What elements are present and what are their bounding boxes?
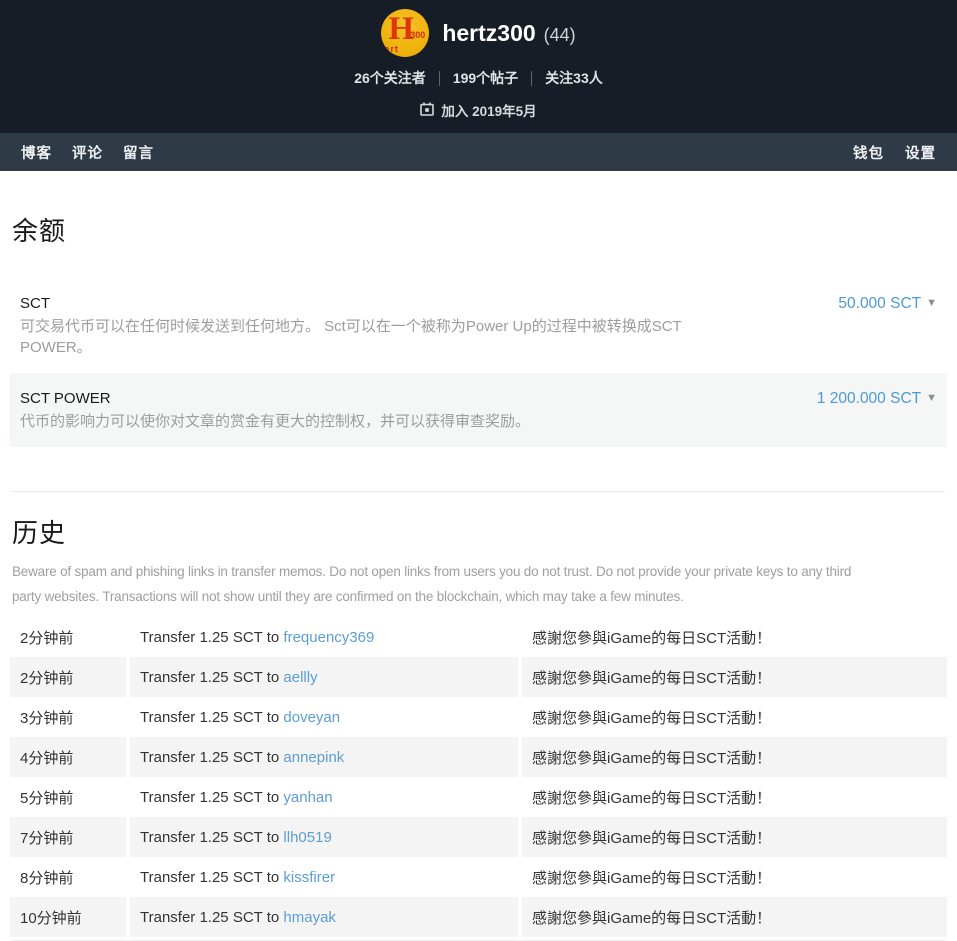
recipient-link[interactable]: doveyan xyxy=(283,709,340,726)
transaction-row: 2分钟前 Transfer 1.25 SCT to frequency369 感… xyxy=(10,617,947,657)
stat-divider xyxy=(438,70,440,86)
transfer-action-text: Transfer 1.25 SCT to xyxy=(140,668,284,686)
username: hertz300 xyxy=(442,19,536,46)
sct-power-amount-value[interactable]: 1 200.000 SCT xyxy=(817,390,921,407)
recipient-link[interactable]: hmayak xyxy=(283,909,336,926)
transaction-row: 8分钟前 Transfer 1.25 SCT to kissfirer 感謝您參… xyxy=(10,857,947,897)
recipient-link[interactable]: kissfirer xyxy=(283,869,335,886)
phishing-warning-text: Beware of spam and phishing links in tra… xyxy=(12,564,852,604)
nav-item-settings[interactable]: 设置 xyxy=(905,142,936,163)
transaction-detail: Transfer 1.25 SCT to yanhan xyxy=(126,777,520,817)
sct-amount-value[interactable]: 50.000 SCT xyxy=(838,295,921,312)
transaction-memo: 感謝您參與iGame的每日SCT活動！ xyxy=(518,777,947,817)
transaction-history-table: 2分钟前 Transfer 1.25 SCT to frequency369 感… xyxy=(10,617,947,937)
transfer-action-text: Transfer 1.25 SCT to xyxy=(140,708,284,726)
following-count[interactable]: 关注33人 xyxy=(545,68,603,88)
transaction-memo: 感謝您參與iGame的每日SCT活動！ xyxy=(518,697,947,737)
profile-header: H 300 ert hertz300 (44) 26个关注者 199个帖子 关注… xyxy=(0,0,957,133)
nav-item-wallet[interactable]: 钱包 xyxy=(853,142,884,163)
posts-count[interactable]: 199个帖子 xyxy=(453,68,518,88)
transaction-time: 2分钟前 xyxy=(10,657,128,697)
transaction-time: 3分钟前 xyxy=(20,709,74,727)
avatar: H 300 ert xyxy=(381,9,430,57)
transaction-row: 5分钟前 Transfer 1.25 SCT to yanhan 感謝您參與iG… xyxy=(10,777,947,817)
transaction-row: 3分钟前 Transfer 1.25 SCT to doveyan 感謝您參與i… xyxy=(10,697,947,737)
transaction-detail: Transfer 1.25 SCT to llh0519 xyxy=(126,817,520,857)
recipient-link[interactable]: llh0519 xyxy=(283,829,331,846)
history-section-title: 历史 xyxy=(12,518,67,548)
nav-item-comments[interactable]: 评论 xyxy=(72,142,103,163)
transaction-memo: 感謝您參與iGame的每日SCT活動！ xyxy=(518,617,947,657)
transaction-memo: 感謝您參與iGame的每日SCT活動！ xyxy=(518,897,947,937)
transfer-action-text: Transfer 1.25 SCT to xyxy=(140,628,284,646)
transaction-row: 2分钟前 Transfer 1.25 SCT to aellly 感謝您參與iG… xyxy=(10,657,947,697)
joined-date: 加入 2019年5月 xyxy=(441,104,537,119)
chevron-down-icon: ▼ xyxy=(926,392,937,404)
transaction-detail: Transfer 1.25 SCT to doveyan xyxy=(126,697,520,737)
transaction-row: 10分钟前 Transfer 1.25 SCT to hmayak 感謝您參與i… xyxy=(10,897,947,937)
transaction-time: 5分钟前 xyxy=(20,789,74,807)
transaction-time: 8分钟前 xyxy=(20,869,74,887)
transfer-action-text: Transfer 1.25 SCT to xyxy=(140,908,284,926)
section-divider xyxy=(12,491,945,492)
transaction-detail: Transfer 1.25 SCT to frequency369 xyxy=(126,617,520,657)
nav-item-replies[interactable]: 留言 xyxy=(123,142,154,163)
transaction-row: 4分钟前 Transfer 1.25 SCT to annepink 感謝您參與… xyxy=(10,737,947,777)
sct-power-amount-dropdown[interactable]: 1 200.000 SCT ▼ xyxy=(817,389,937,432)
stat-divider xyxy=(531,70,533,86)
transaction-time: 10分钟前 xyxy=(10,897,128,937)
profile-navbar: 博客 评论 留言 钱包 设置 xyxy=(0,133,957,171)
transaction-memo: 感謝您參與iGame的每日SCT活動！ xyxy=(518,657,947,697)
transaction-memo: 感謝您參與iGame的每日SCT活動！ xyxy=(518,817,947,857)
sct-power-description: 代币的影响力可以使你对文章的赏金有更大的控制权，并可以获得审查奖励。 xyxy=(20,413,531,430)
recipient-link[interactable]: annepink xyxy=(283,749,344,766)
transaction-memo: 感謝您參與iGame的每日SCT活動！ xyxy=(518,737,947,777)
avatar-number: 300 xyxy=(410,30,426,40)
balance-row-sct-power: SCT POWER 代币的影响力可以使你对文章的赏金有更大的控制权，并可以获得审… xyxy=(10,373,947,447)
chevron-down-icon: ▼ xyxy=(926,297,937,309)
followers-count[interactable]: 26个关注者 xyxy=(354,68,426,88)
transaction-detail: Transfer 1.25 SCT to aellly xyxy=(126,657,520,697)
sct-description: 可交易代币可以在任何时候发送到任何地方。 Sct可以在一个被称为Power Up… xyxy=(20,318,682,356)
transfer-action-text: Transfer 1.25 SCT to xyxy=(140,748,284,766)
transaction-memo: 感謝您參與iGame的每日SCT活動！ xyxy=(518,857,947,897)
transfer-action-text: Transfer 1.25 SCT to xyxy=(140,868,284,886)
profile-stats: 26个关注者 199个帖子 关注33人 xyxy=(0,68,957,88)
transfer-action-text: Transfer 1.25 SCT to xyxy=(140,788,284,806)
balance-row-sct: SCT 可交易代币可以在任何时候发送到任何地方。 Sct可以在一个被称为Powe… xyxy=(10,278,947,373)
sct-amount-dropdown[interactable]: 50.000 SCT ▼ xyxy=(838,294,937,358)
transaction-detail: Transfer 1.25 SCT to kissfirer xyxy=(126,857,520,897)
avatar-subtext: ert xyxy=(384,44,399,54)
calendar-icon xyxy=(420,102,435,119)
transaction-time: 4分钟前 xyxy=(10,737,128,777)
sct-label: SCT xyxy=(20,295,50,312)
recipient-link[interactable]: yanhan xyxy=(283,789,332,806)
transaction-time: 7分钟前 xyxy=(10,817,128,857)
recipient-link[interactable]: frequency369 xyxy=(283,629,374,646)
transaction-time: 2分钟前 xyxy=(20,629,74,647)
sct-power-label: SCT POWER xyxy=(20,390,111,407)
transaction-detail: Transfer 1.25 SCT to hmayak xyxy=(126,897,520,937)
transaction-detail: Transfer 1.25 SCT to annepink xyxy=(126,737,520,777)
transfer-action-text: Transfer 1.25 SCT to xyxy=(140,828,284,846)
nav-item-blog[interactable]: 博客 xyxy=(21,142,52,163)
recipient-link[interactable]: aellly xyxy=(283,669,317,686)
reputation-score: (44) xyxy=(543,24,576,45)
balance-section-title: 余额 xyxy=(12,216,67,246)
transaction-row: 7分钟前 Transfer 1.25 SCT to llh0519 感謝您參與i… xyxy=(10,817,947,857)
wallet-content: 余额 SCT 可交易代币可以在任何时候发送到任何地方。 Sct可以在一个被称为P… xyxy=(0,171,957,941)
